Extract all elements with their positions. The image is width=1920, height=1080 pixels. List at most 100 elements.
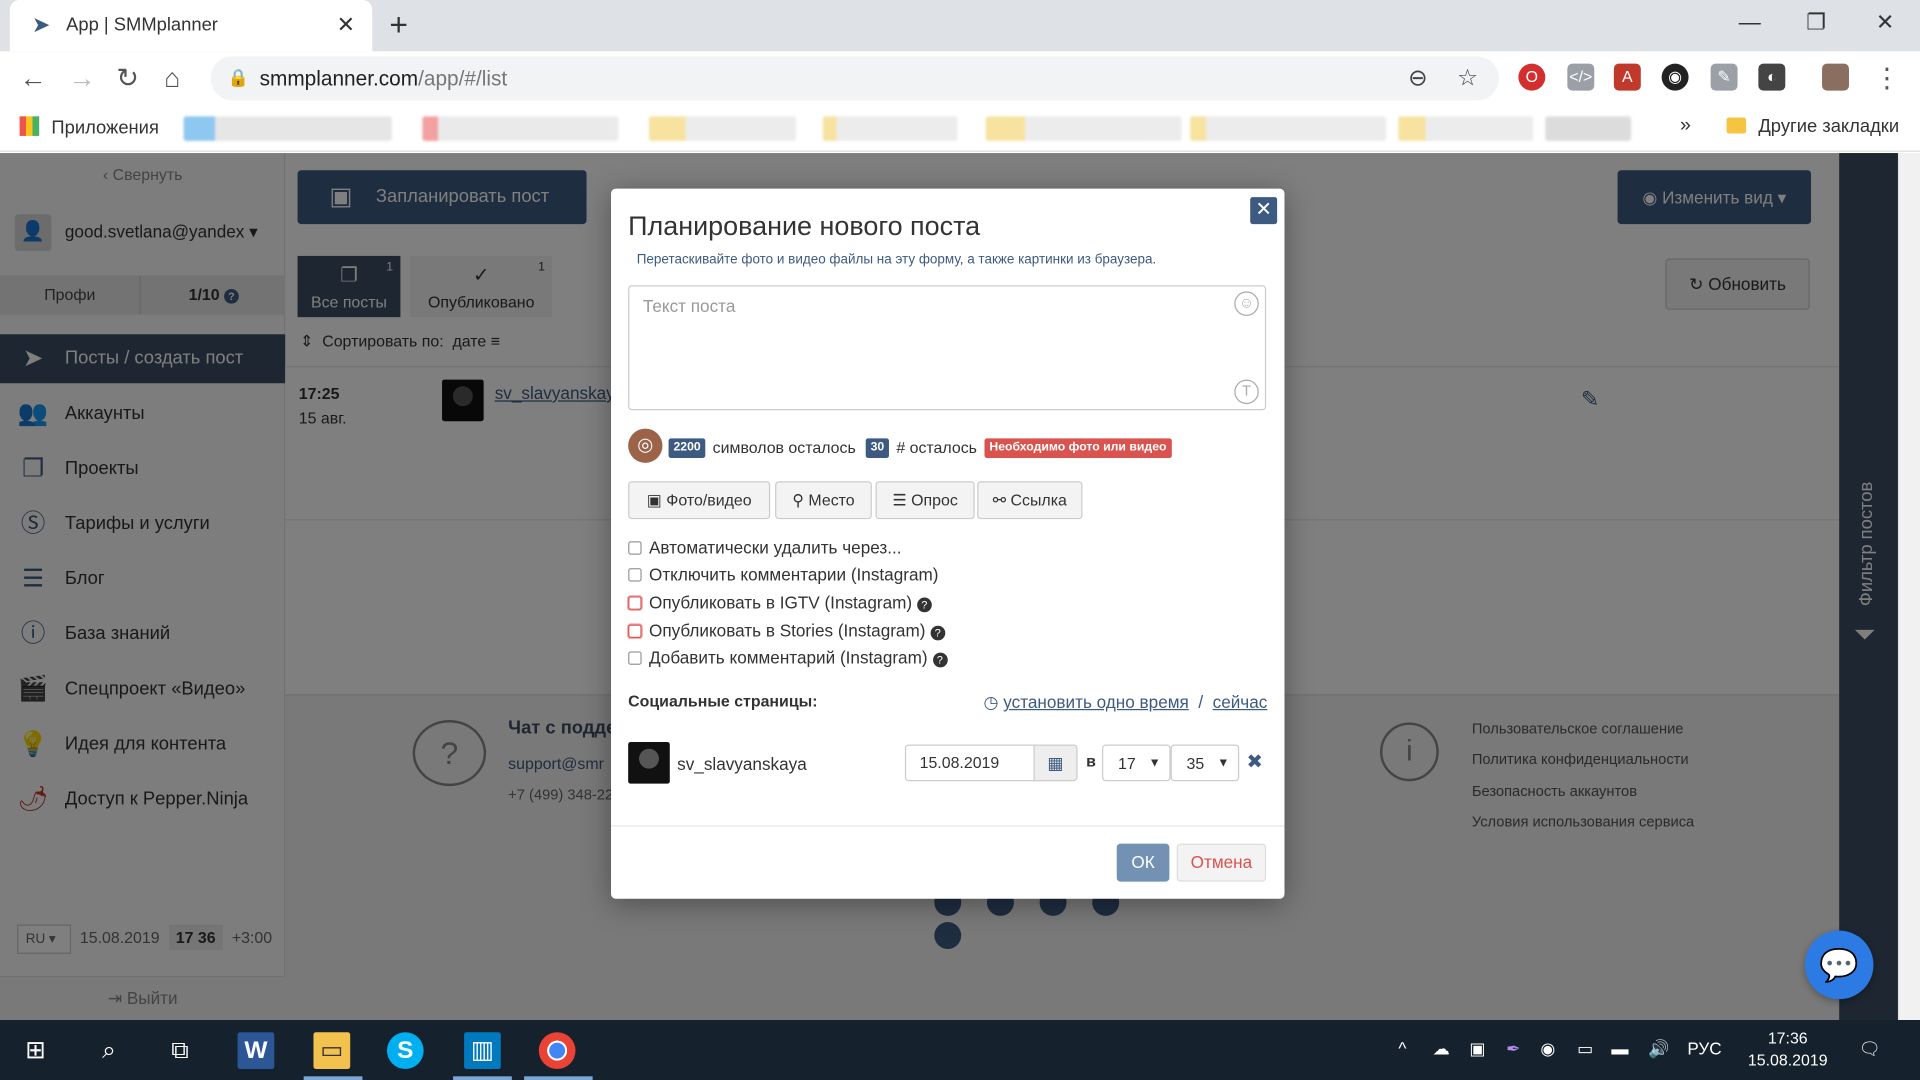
chars-label: символов осталось [712,438,856,457]
edit-ext-icon[interactable]: ✎ [1710,63,1738,91]
time-links: ◷ установить одно время / сейчас [983,691,1268,712]
network-icon[interactable]: ▭ [1577,1038,1593,1059]
restore-icon[interactable]: ❐ [1806,10,1826,34]
emoji-icon[interactable]: ☺ [1234,291,1259,316]
volume-icon[interactable]: 🔊 [1648,1038,1669,1059]
poll-button[interactable]: ☰ Опрос [875,481,975,520]
modal-title: Планирование нового поста [628,210,981,242]
blurred-bookmark[interactable] [422,116,619,141]
task-view-icon[interactable]: ⧉ [162,1032,199,1069]
cancel-button[interactable]: Отмена [1176,843,1267,882]
code-ext-icon[interactable]: </> [1567,63,1595,91]
notifications-icon[interactable]: 🗨 [1859,1038,1881,1059]
address-bar[interactable]: 🔒 smmplanner.com/app/#/list ⊖ ☆ [210,56,1499,101]
page-scrollbar[interactable] [1897,153,1920,1021]
blurred-bookmark[interactable] [822,116,958,141]
onedrive-icon[interactable]: ☁ [1433,1038,1450,1059]
link-button[interactable]: ⚯ Ссылка [977,481,1083,520]
tray-chevron-icon[interactable]: ^ [1398,1038,1406,1058]
account-name: sv_slavyanskaya [677,754,807,774]
blurred-bookmark[interactable] [1545,116,1632,141]
calendar-icon[interactable]: ▦ [1033,744,1078,782]
at-label: в [1086,751,1096,771]
profile-avatar[interactable] [1822,63,1849,91]
text-format-icon[interactable]: T [1234,379,1259,405]
zoom-icon[interactable]: ⊖ [1408,65,1427,93]
word-icon[interactable]: W [237,1032,275,1069]
eye-ext-icon[interactable]: ◉ [1661,63,1689,91]
chat-icon: 💬 [1819,946,1860,984]
clock-date: 15.08.2019 [1747,1050,1828,1069]
ok-button[interactable]: ОК [1116,843,1170,882]
apps-bookmark[interactable]: Приложения [19,116,159,138]
now-link[interactable]: сейчас [1213,692,1268,712]
checkbox[interactable] [628,541,642,555]
home-icon[interactable]: ⌂ [164,63,180,93]
back-icon[interactable]: ← [20,63,47,93]
new-tab-button[interactable]: + [389,7,408,41]
blurred-bookmark[interactable] [183,116,392,141]
chat-launcher-button[interactable]: 💬 [1804,930,1874,1000]
link-icon: ⚯ [992,491,1007,510]
place-button[interactable]: ⚲ Место [775,481,872,520]
file-explorer-icon[interactable]: ▭ [313,1032,351,1069]
blurred-bookmark[interactable] [648,116,796,141]
minimize-icon[interactable]: — [1739,10,1761,34]
forward-icon[interactable]: → [69,63,96,93]
chrome-icon[interactable] [538,1032,576,1069]
question-icon[interactable]: ? [932,652,948,668]
bookmarks-more[interactable]: » [1680,115,1691,137]
windows-start-icon[interactable]: ⊞ [17,1032,54,1069]
pdf-ext-icon[interactable]: A [1613,63,1641,91]
blurred-bookmark[interactable] [1398,116,1534,141]
window-close-icon[interactable]: ✕ [1876,10,1894,34]
blurred-bookmark[interactable] [985,116,1182,141]
reload-icon[interactable]: ↻ [116,63,139,93]
bulb-ext-icon[interactable]: ◐ [1758,63,1786,91]
trello-icon[interactable]: ▥ [464,1032,501,1069]
option-stories[interactable]: Опубликовать в Stories (Instagram)? [628,621,946,641]
question-icon[interactable]: ? [917,597,932,613]
option-add-comment[interactable]: Добавить комментарий (Instagram)? [628,648,948,668]
battery-icon[interactable]: ▬ [1611,1038,1628,1058]
remove-account-icon[interactable]: ✖ [1247,749,1263,773]
tab-close-icon[interactable]: ✕ [337,12,355,36]
set-one-time-link[interactable]: установить одно время [1003,692,1189,712]
modal-divider [611,825,1285,827]
browser-tab[interactable]: ➤ App | SMMplanner ✕ [9,0,373,52]
other-bookmarks[interactable]: Другие закладки [1726,116,1899,137]
photo-video-button[interactable]: ▣ Фото/видео [628,481,771,520]
checkbox[interactable] [628,568,642,582]
option-disable-comments[interactable]: Отключить комментарии (Instagram) [628,564,938,584]
search-icon[interactable]: ⌕ [91,1032,128,1069]
tray-app-icon[interactable]: ▣ [1469,1038,1485,1059]
checkbox[interactable] [628,596,642,610]
paper-plane-icon: ➤ [31,12,51,37]
checkbox[interactable] [628,651,642,665]
blurred-bookmark[interactable] [1190,116,1387,141]
keyboard-lang[interactable]: РУС [1687,1038,1721,1058]
skype-icon[interactable]: S [386,1032,424,1069]
minute-select[interactable]: 35 ▼ [1170,744,1240,782]
chars-count: 2200 [668,438,706,458]
question-icon[interactable]: ? [930,625,946,641]
post-text-input[interactable]: Текст поста ☺ T [628,285,1267,411]
star-icon[interactable]: ☆ [1457,65,1478,93]
taskbar: ⊞ ⌕ ⧉ W ▭ S ▥ ^ ☁ ▣ ✒ ◉ ▭ ▬ 🔊 РУС 17:36 … [0,1020,1920,1080]
option-igtv[interactable]: Опубликовать в IGTV (Instagram)? [628,593,932,613]
sync-icon[interactable]: ◉ [1540,1038,1555,1059]
browser-tab-strip: ➤ App | SMMplanner ✕ + — ❐ ✕ [0,0,1920,52]
map-marker-icon: ⚲ [792,491,804,510]
feather-icon[interactable]: ✒ [1506,1038,1520,1059]
option-auto-delete[interactable]: Автоматически удалить через... [628,538,902,557]
lock-icon: 🔒 [227,67,250,87]
menu-icon[interactable]: ⋮ [1873,63,1900,93]
new-post-modal: ✕ Планирование нового поста Перетаскивай… [611,188,1285,899]
modal-close-button[interactable]: ✕ [1250,197,1278,225]
hour-select[interactable]: 17 ▼ [1102,744,1171,782]
list-icon: ☰ [892,491,907,510]
opera-ext-icon[interactable]: O [1518,63,1546,91]
system-clock[interactable]: 17:36 15.08.2019 [1739,1027,1837,1071]
checkbox[interactable] [628,624,642,638]
date-input[interactable]: 15.08.2019 [904,744,1035,782]
